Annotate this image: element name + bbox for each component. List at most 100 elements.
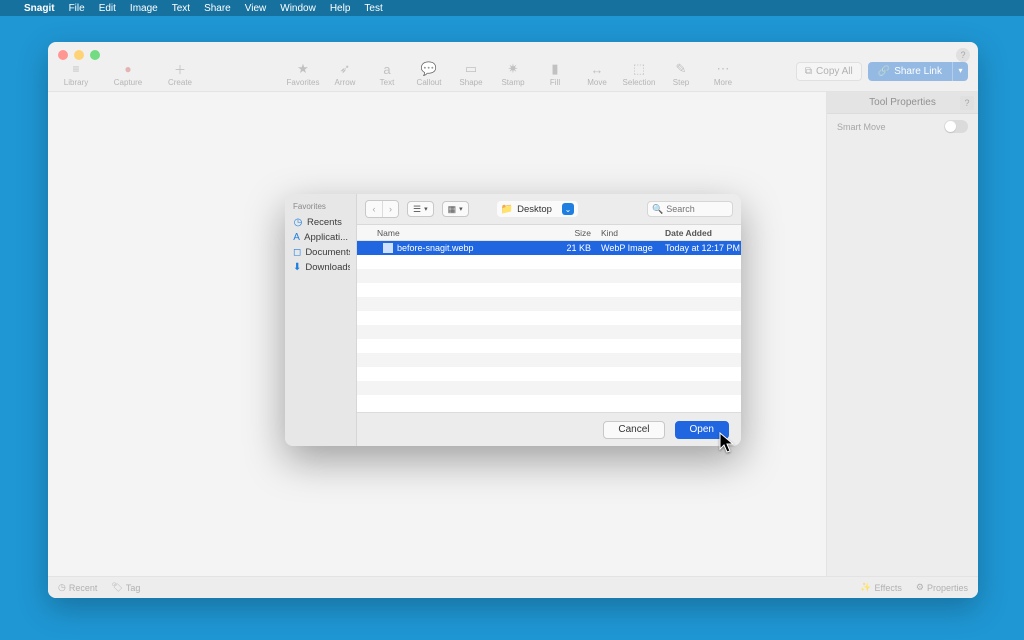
search-input[interactable]	[666, 204, 726, 214]
more-icon: ⋯	[717, 62, 730, 76]
group-mode-button[interactable]: ▦▾	[442, 201, 469, 217]
doc-icon: ◻	[293, 247, 301, 258]
smart-move-row: Smart Move	[827, 114, 978, 139]
location-picker[interactable]: 📁 Desktop ⌄	[497, 201, 578, 217]
sidebar-item-applications[interactable]: AApplicati...	[291, 230, 350, 245]
menu-image[interactable]: Image	[130, 3, 158, 14]
tool-properties-header: Tool Properties?	[827, 92, 978, 114]
step-icon: ✎	[676, 62, 687, 76]
file-size: 21 KB	[549, 243, 597, 253]
nav-forward-button[interactable]: ›	[382, 201, 398, 217]
tool-arrow-label: Arrow	[335, 78, 356, 87]
tool-arrow[interactable]: ➶Arrow	[330, 62, 360, 87]
folder-icon: 📁	[501, 204, 513, 215]
wand-icon: ✨	[860, 582, 871, 593]
share-link-dropdown[interactable]: ▾	[952, 62, 968, 81]
tool-move-label: Move	[587, 78, 607, 87]
tool-text[interactable]: aText	[372, 62, 402, 87]
menu-view[interactable]: View	[245, 3, 267, 14]
copy-all-button[interactable]: ⧉Copy All	[796, 62, 862, 81]
minimize-window-button[interactable]	[74, 50, 84, 60]
app-menu[interactable]: Snagit	[24, 3, 55, 14]
close-window-button[interactable]	[58, 50, 68, 60]
menu-file[interactable]: File	[69, 3, 85, 14]
favorites-header: Favorites	[293, 202, 348, 211]
properties-label: Properties	[927, 583, 968, 593]
open-file-dialog: Favorites ◷Recents AApplicati... ◻Docume…	[285, 194, 741, 446]
col-date[interactable]: Date Added	[661, 228, 741, 238]
create-button[interactable]: ＋Create	[162, 62, 198, 87]
sidebar-item-documents[interactable]: ◻Documents	[291, 245, 350, 260]
tool-step[interactable]: ✎ Step	[666, 62, 696, 87]
fill-icon: ▮	[551, 62, 558, 76]
tag-label: Tag	[126, 583, 141, 593]
tool-fill[interactable]: ▮Fill	[540, 62, 570, 87]
menu-text[interactable]: Text	[172, 3, 190, 14]
status-bar: ◷Recent 🏷Tag ✨Effects ⚙Properties	[48, 576, 978, 598]
share-link-label: Share Link	[894, 66, 942, 77]
smart-move-toggle[interactable]	[944, 120, 968, 133]
zoom-window-button[interactable]	[90, 50, 100, 60]
hamburger-icon: ≡	[69, 62, 83, 76]
effects-button[interactable]: ✨Effects	[860, 582, 902, 593]
cancel-button[interactable]: Cancel	[603, 421, 664, 439]
library-button[interactable]: ≡Library	[58, 62, 94, 87]
tool-move[interactable]: ↔Move	[582, 62, 612, 87]
view-mode-button[interactable]: ☰▾	[407, 201, 434, 217]
download-icon: ⬇	[293, 262, 301, 273]
search-field[interactable]: 🔍	[647, 201, 733, 217]
open-dialog-footer: Cancel Open	[357, 412, 741, 446]
star-icon: ★	[297, 62, 309, 76]
col-size[interactable]: Size	[549, 228, 597, 238]
tool-callout[interactable]: 💬Callout	[414, 62, 444, 87]
tool-text-label: Text	[380, 78, 395, 87]
tool-more-label: More	[714, 78, 732, 87]
file-row-empty	[357, 325, 741, 339]
menu-test[interactable]: Test	[364, 3, 382, 14]
tool-properties-panel: Tool Properties? Smart Move	[826, 92, 978, 576]
open-button[interactable]: Open	[675, 421, 729, 439]
open-dialog-toolbar: ‹ › ☰▾ ▦▾ 📁 Desktop ⌄ 🔍	[357, 194, 741, 224]
window-controls	[58, 50, 100, 60]
file-row-empty	[357, 381, 741, 395]
create-label: Create	[168, 78, 192, 87]
smart-move-label: Smart Move	[837, 122, 886, 132]
tool-step-label: Step	[673, 78, 689, 87]
capture-button[interactable]: ●Capture	[110, 62, 146, 87]
file-row-empty	[357, 297, 741, 311]
grid-icon: ▦	[448, 204, 457, 215]
sidebar-item-recents[interactable]: ◷Recents	[291, 215, 350, 230]
col-kind[interactable]: Kind	[597, 228, 661, 238]
copy-icon: ⧉	[805, 66, 812, 77]
stamp-icon: ✷	[508, 62, 519, 76]
file-row-empty	[357, 283, 741, 297]
link-icon: 🔗	[878, 66, 890, 77]
file-row[interactable]: before-snagit.webp 21 KB WebP Image Toda…	[357, 241, 741, 255]
tool-favorites[interactable]: ★Favorites	[288, 62, 318, 87]
help-icon[interactable]: ?	[956, 48, 970, 62]
properties-button[interactable]: ⚙Properties	[916, 582, 968, 593]
chevron-down-icon: ▾	[459, 205, 463, 213]
help-small-icon[interactable]: ?	[960, 96, 974, 110]
nav-back-button[interactable]: ‹	[366, 201, 382, 217]
menu-share[interactable]: Share	[204, 3, 231, 14]
file-table-body[interactable]: before-snagit.webp 21 KB WebP Image Toda…	[357, 241, 741, 412]
tool-selection[interactable]: ⬚Selection	[624, 62, 654, 87]
file-row-empty	[357, 367, 741, 381]
macos-menubar: Snagit File Edit Image Text Share View W…	[0, 0, 1024, 16]
tool-more[interactable]: ⋯ More	[708, 62, 738, 87]
recent-button[interactable]: ◷Recent	[58, 582, 97, 593]
tool-shape-label: Shape	[459, 78, 482, 87]
sidebar-downloads-label: Downloads	[305, 262, 350, 273]
file-date: Today at 12:17 PM	[661, 243, 741, 253]
tag-button[interactable]: 🏷Tag	[111, 582, 140, 593]
col-name[interactable]: Name	[357, 228, 549, 238]
share-link-button[interactable]: 🔗 Share Link	[868, 62, 952, 81]
sidebar-item-downloads[interactable]: ⬇ Downloads	[291, 260, 350, 275]
tool-stamp[interactable]: ✷Stamp	[498, 62, 528, 87]
menu-edit[interactable]: Edit	[99, 3, 116, 14]
menu-window[interactable]: Window	[280, 3, 316, 14]
tool-shape[interactable]: ▭Shape	[456, 62, 486, 87]
callout-icon: 💬	[421, 62, 437, 76]
menu-help[interactable]: Help	[330, 3, 351, 14]
